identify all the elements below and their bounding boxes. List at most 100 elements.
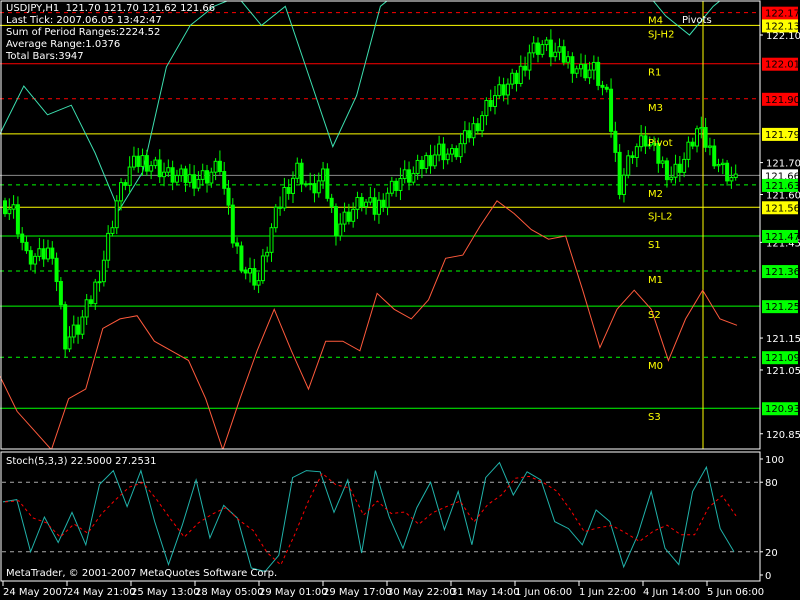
candle-body bbox=[269, 227, 274, 253]
candle-body bbox=[235, 242, 240, 247]
candle-body bbox=[20, 233, 25, 243]
candle-body bbox=[80, 316, 85, 335]
candle-body bbox=[419, 159, 424, 170]
candle-body bbox=[299, 162, 304, 185]
last-tick: Last Tick: 2007.06.05 13:42:47 bbox=[6, 15, 162, 26]
time-tick-label: 1 Jun 06:00 bbox=[515, 587, 572, 598]
candle-body bbox=[475, 123, 480, 132]
candle-body bbox=[402, 169, 407, 180]
candle-body bbox=[303, 183, 308, 186]
candle-body bbox=[574, 68, 579, 74]
level-label-s2: S2 bbox=[648, 310, 661, 321]
stoch-signal-line bbox=[4, 472, 737, 566]
candle-body bbox=[716, 164, 721, 167]
candle-body bbox=[480, 115, 485, 132]
candle-body bbox=[93, 281, 98, 305]
candle-body bbox=[355, 196, 360, 210]
price-tick-label: 121.15 bbox=[766, 334, 800, 345]
candle-body bbox=[604, 86, 609, 90]
candle-body bbox=[493, 95, 497, 107]
candle-body bbox=[540, 44, 545, 55]
candle-body bbox=[15, 204, 20, 235]
candle-body bbox=[591, 61, 596, 71]
candle-body bbox=[127, 166, 132, 186]
price-tag-label: 121.56 bbox=[765, 203, 800, 214]
candle-body bbox=[450, 148, 455, 155]
candle-body bbox=[376, 199, 381, 215]
candle-body bbox=[669, 176, 674, 181]
candle-body bbox=[282, 186, 287, 209]
candle-body bbox=[183, 168, 188, 183]
time-tick-label: 31 May 14:00 bbox=[451, 587, 520, 598]
candle-body bbox=[394, 180, 399, 191]
candle-body bbox=[58, 280, 63, 306]
candle-body bbox=[561, 46, 566, 63]
candle-body bbox=[196, 178, 201, 189]
time-tick-label: 1 Jun 22:00 bbox=[579, 587, 636, 598]
candle-body bbox=[131, 155, 136, 168]
candle-body bbox=[703, 127, 708, 148]
candle-body bbox=[458, 143, 463, 158]
candle-body bbox=[205, 170, 210, 184]
level-label-s3: S3 bbox=[648, 412, 661, 423]
candle-body bbox=[600, 84, 605, 88]
candle-body bbox=[106, 232, 111, 261]
candle-body bbox=[153, 159, 158, 167]
candle-body bbox=[372, 197, 377, 215]
candle-body bbox=[471, 123, 476, 139]
level-label-r1: R1 bbox=[648, 68, 661, 79]
candle-body bbox=[578, 63, 583, 70]
stochastic-panel-frame bbox=[0, 451, 761, 582]
candle-body bbox=[312, 183, 317, 194]
candle-body bbox=[174, 175, 179, 183]
candle-body bbox=[699, 127, 704, 130]
candle-body bbox=[686, 141, 691, 160]
candle-body bbox=[660, 160, 665, 164]
candle-body bbox=[166, 167, 171, 173]
candle-body bbox=[179, 168, 184, 177]
candle-body bbox=[634, 146, 639, 158]
candle-body bbox=[673, 163, 678, 178]
candle-body bbox=[454, 148, 459, 158]
candle-body bbox=[222, 171, 227, 189]
candle-body bbox=[170, 167, 175, 183]
candle-body bbox=[192, 174, 197, 189]
level-label-sj-l2: SJ-L2 bbox=[648, 211, 672, 222]
level-label-m0: M0 bbox=[648, 361, 663, 372]
price-tag-label: 121.25 bbox=[765, 302, 800, 313]
level-label-s1: S1 bbox=[648, 240, 661, 251]
price-tag-label: 121.36 bbox=[765, 267, 800, 278]
candle-body bbox=[230, 204, 235, 244]
candle-body bbox=[226, 187, 231, 206]
metatrader-chart-window: M4 SJ-H2 R1 M3 Pivot M2 SJ-L2 S1 M1 S2 M0 S3 122.10 1… bbox=[0, 0, 800, 600]
candle-body bbox=[273, 206, 278, 229]
candle-body bbox=[518, 65, 523, 84]
stoch-tick-label: 0 bbox=[765, 571, 771, 582]
candle-body bbox=[501, 84, 506, 96]
stoch-tick-label: 80 bbox=[765, 478, 778, 489]
price-tag-label: 121.47 bbox=[765, 232, 800, 243]
candle-body bbox=[123, 182, 128, 186]
price-chart[interactable]: M4SJ-H2R1M3PivotM2SJ-L2S1M1S2M0S3122.101… bbox=[0, 0, 800, 600]
price-tag-label: 121.90 bbox=[765, 95, 800, 106]
candle-body bbox=[200, 170, 205, 180]
candle-body bbox=[321, 168, 326, 182]
symbol-ohlc-line: USDJPY,H1 121.70 121.70 121.62 121.66 bbox=[6, 3, 216, 14]
candle-body bbox=[712, 145, 717, 167]
candle-body bbox=[41, 248, 46, 260]
candle-body bbox=[566, 56, 571, 63]
candle-body bbox=[119, 182, 124, 202]
candle-body bbox=[613, 130, 618, 153]
candle-body bbox=[342, 211, 347, 225]
candle-body bbox=[587, 69, 592, 79]
candle-body bbox=[428, 155, 433, 167]
time-tick-label: 24 May 2007 bbox=[3, 587, 68, 598]
time-tick-label: 4 Jun 14:00 bbox=[643, 587, 700, 598]
candle-body bbox=[256, 280, 261, 286]
time-tick-label: 28 May 05:00 bbox=[195, 587, 264, 598]
candle-body bbox=[437, 143, 442, 156]
candle-body bbox=[523, 65, 528, 71]
candle-body bbox=[609, 88, 614, 132]
candle-body bbox=[381, 199, 386, 208]
candle-body bbox=[445, 153, 450, 161]
